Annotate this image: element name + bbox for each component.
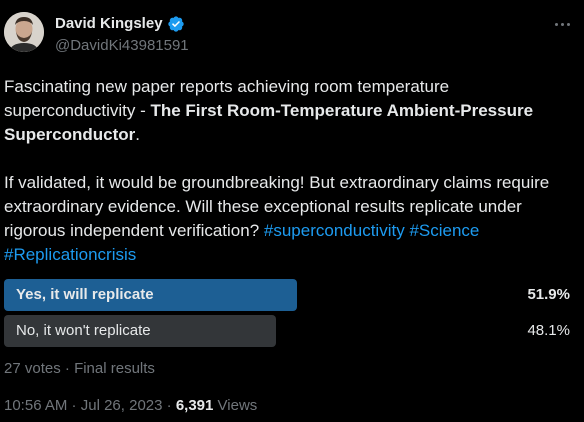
hashtag-superconductivity[interactable]: #superconductivity <box>264 221 405 240</box>
poll-option-yes: Yes, it will replicate 51.9% <box>4 279 580 311</box>
tweet-text: Fascinating new paper reports achieving … <box>4 75 574 267</box>
poll-option-label: Yes, it will replicate <box>16 286 154 303</box>
more-icon <box>554 22 558 26</box>
author-handle[interactable]: @DavidKi43981591 <box>55 37 189 55</box>
tweet-paragraph-1: Fascinating new paper reports achieving … <box>4 75 574 147</box>
poll-option-label: No, it won't replicate <box>16 322 151 339</box>
author-name-row[interactable]: David Kingsley <box>55 15 185 33</box>
hashtag-replicationcrisis[interactable]: #Replicationcrisis <box>4 245 136 264</box>
hashtag-science[interactable]: #Science <box>409 221 479 240</box>
avatar[interactable] <box>4 12 44 52</box>
tweet-time[interactable]: 10:56 AM <box>4 397 67 414</box>
views-label: Views <box>217 397 258 414</box>
more-options-button[interactable] <box>548 14 576 34</box>
tweet-date[interactable]: Jul 26, 2023 <box>81 397 163 414</box>
tweet-paragraph-2: If validated, it would be groundbreaking… <box>4 171 574 267</box>
tweet-meta: 10:56 AM · Jul 26, 2023 · 6,391 Views <box>4 397 258 414</box>
views-count: 6,391 <box>175 397 214 414</box>
poll-status: Final results <box>74 360 155 377</box>
tweet-text-suffix: . <box>135 125 141 144</box>
avatar-image <box>4 12 44 52</box>
poll-option-percent: 51.9% <box>527 286 570 303</box>
poll-summary: 27 votes · Final results <box>4 360 155 377</box>
tweet: David Kingsley @DavidKi43981591 Fascinat… <box>0 0 584 422</box>
verified-badge-icon <box>167 16 184 32</box>
poll-votes: 27 votes <box>4 360 61 377</box>
poll-option-no: No, it won't replicate 48.1% <box>4 315 580 347</box>
author-name[interactable]: David Kingsley <box>55 15 163 33</box>
poll-option-percent: 48.1% <box>527 322 570 339</box>
